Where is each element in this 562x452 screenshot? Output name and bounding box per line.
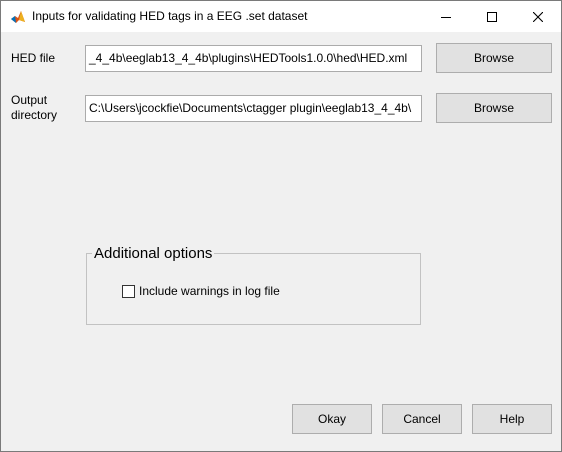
output-directory-field[interactable]: C:\Users\jcockfie\Documents\ctagger plug… — [85, 95, 422, 122]
help-button[interactable]: Help — [472, 404, 552, 434]
minimize-icon — [441, 16, 451, 18]
matlab-icon — [10, 9, 26, 25]
output-directory-browse-button[interactable]: Browse — [436, 93, 552, 123]
maximize-button[interactable] — [469, 1, 515, 32]
hed-file-field[interactable]: _4_4b\eeglab13_4_4b\plugins\HEDTools1.0.… — [85, 45, 422, 72]
dialog-window: Inputs for validating HED tags in a EEG … — [0, 0, 562, 452]
include-warnings-label[interactable]: Include warnings in log file — [139, 284, 280, 299]
close-icon — [533, 11, 543, 22]
include-warnings-checkbox[interactable] — [122, 285, 135, 298]
hed-file-label: HED file — [11, 51, 56, 65]
title-bar: Inputs for validating HED tags in a EEG … — [1, 1, 561, 32]
maximize-icon — [487, 11, 497, 22]
okay-button[interactable]: Okay — [292, 404, 372, 434]
window-title: Inputs for validating HED tags in a EEG … — [32, 9, 308, 23]
hed-file-browse-button[interactable]: Browse — [436, 43, 552, 73]
close-button[interactable] — [515, 1, 561, 32]
output-directory-label-line1: Output — [11, 93, 48, 107]
cancel-button[interactable]: Cancel — [382, 404, 462, 434]
minimize-button[interactable] — [423, 1, 469, 32]
additional-options-title: Additional options — [92, 245, 215, 263]
output-directory-label-line2: directory — [11, 108, 58, 122]
